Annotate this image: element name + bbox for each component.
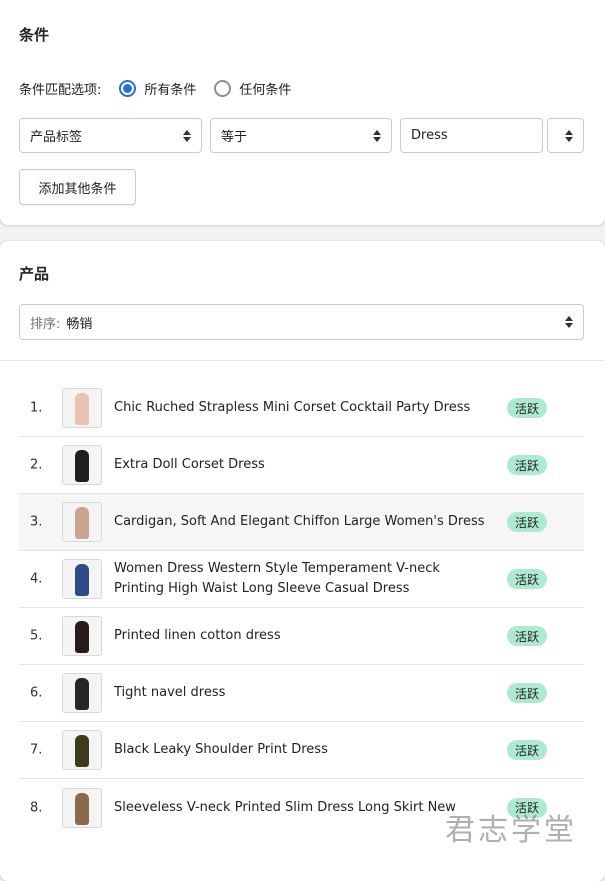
blue-print-dress-thumbnail[interactable]: [62, 559, 102, 599]
product-row[interactable]: 5. Printed linen cotton dress 活跃: [19, 608, 584, 665]
product-row[interactable]: 6. Tight navel dress 活跃: [19, 665, 584, 722]
product-name[interactable]: Sleeveless V-neck Printed Slim Dress Lon…: [114, 798, 489, 818]
black-dress-thumbnail[interactable]: [62, 445, 102, 485]
product-row[interactable]: 3. Cardigan, Soft And Elegant Chiffon Lar…: [19, 494, 584, 551]
product-number: 5.: [30, 628, 43, 644]
conditions-card: 条件 条件匹配选项: 所有条件 任何条件 产品标签 等于 Dress 添加其他条…: [0, 0, 605, 225]
operator-select[interactable]: 等于: [210, 118, 392, 153]
status-badge: 活跃: [507, 626, 547, 646]
product-name[interactable]: Printed linen cotton dress: [114, 626, 489, 646]
product-name[interactable]: Chic Ruched Strapless Mini Corset Cockta…: [114, 398, 489, 418]
status-badge: 活跃: [507, 455, 547, 475]
radio-all-label: 所有条件: [144, 82, 197, 98]
product-figure: [75, 450, 89, 482]
divider: [0, 360, 605, 361]
leopard-dress-thumbnail[interactable]: [62, 787, 102, 828]
product-number: 1.: [30, 400, 43, 416]
product-name[interactable]: Extra Doll Corset Dress: [114, 455, 489, 475]
beige-cardigan-thumbnail[interactable]: [62, 502, 102, 542]
radio-any-label: 任何条件: [239, 82, 292, 98]
sort-label: 排序:: [30, 316, 61, 332]
select-arrows-icon: [565, 316, 573, 328]
match-option-row: 条件匹配选项: 所有条件 任何条件: [19, 78, 309, 98]
select-arrows-icon: [183, 129, 191, 142]
product-name[interactable]: Cardigan, Soft And Elegant Chiffon Large…: [114, 512, 489, 532]
add-condition-button[interactable]: 添加其他条件: [19, 169, 136, 205]
product-number: 8.: [30, 800, 43, 815]
product-figure: [75, 792, 89, 825]
stepper-arrows-icon[interactable]: [565, 129, 573, 142]
product-number: 3.: [30, 514, 43, 530]
product-name[interactable]: Black Leaky Shoulder Print Dress: [114, 740, 489, 760]
product-figure: [75, 678, 89, 710]
value-stepper[interactable]: [547, 118, 584, 153]
status-badge: 活跃: [507, 740, 547, 760]
product-list: 1. Chic Ruched Strapless Mini Corset Cock…: [19, 380, 584, 836]
product-row[interactable]: 2. Extra Doll Corset Dress 活跃: [19, 437, 584, 494]
product-figure: [75, 564, 89, 596]
product-row[interactable]: 4. Women Dress Western Style Temperament …: [19, 551, 584, 608]
sort-value: 畅销: [66, 316, 93, 332]
field-select-value: 产品标签: [30, 130, 83, 145]
radio-any-condition[interactable]: 任何条件: [214, 79, 291, 98]
product-number: 6.: [30, 685, 43, 701]
black-red-dress-thumbnail[interactable]: [62, 616, 102, 656]
product-row[interactable]: 7. Black Leaky Shoulder Print Dress 活跃: [19, 722, 584, 779]
field-select[interactable]: 产品标签: [19, 118, 202, 153]
products-title: 产品: [19, 265, 50, 283]
condition-value-input[interactable]: Dress: [400, 118, 543, 153]
radio-checked-icon[interactable]: [119, 79, 137, 97]
conditions-title: 条件: [19, 26, 50, 44]
product-figure: [75, 393, 89, 425]
product-number: 4.: [30, 571, 43, 587]
status-badge: 活跃: [507, 398, 547, 418]
status-badge: 活跃: [507, 683, 547, 703]
product-number: 2.: [30, 457, 43, 473]
black-tight-dress-thumbnail[interactable]: [62, 673, 102, 713]
pink-dress-thumbnail[interactable]: [62, 388, 102, 428]
sort-select[interactable]: 排序: 畅销: [19, 304, 584, 340]
product-figure: [75, 507, 89, 539]
radio-all-conditions[interactable]: 所有条件: [119, 79, 196, 98]
status-badge: 活跃: [507, 569, 547, 589]
product-name[interactable]: Tight navel dress: [114, 683, 489, 703]
product-row[interactable]: 1. Chic Ruched Strapless Mini Corset Cock…: [19, 380, 584, 437]
product-number: 7.: [30, 742, 43, 758]
match-label: 条件匹配选项:: [19, 82, 102, 98]
condition-value-text: Dress: [411, 128, 448, 143]
status-badge: 活跃: [507, 512, 547, 532]
product-figure: [75, 735, 89, 767]
select-arrows-icon: [373, 129, 381, 142]
operator-select-value: 等于: [221, 130, 248, 145]
product-name[interactable]: Women Dress Western Style Temperament V-…: [114, 559, 489, 599]
product-figure: [75, 621, 89, 653]
watermark: 君志学堂: [445, 813, 577, 848]
floral-dress-thumbnail[interactable]: [62, 730, 102, 770]
radio-unchecked-icon[interactable]: [214, 79, 232, 97]
